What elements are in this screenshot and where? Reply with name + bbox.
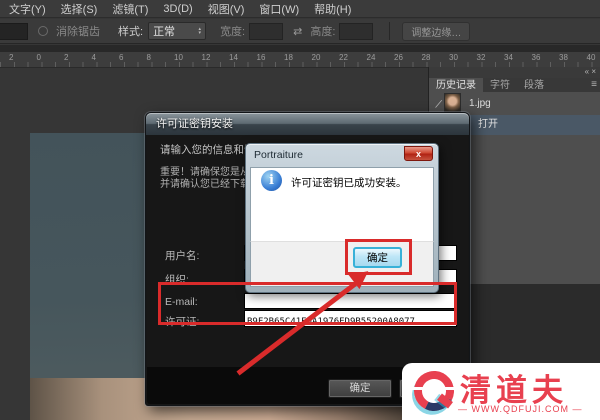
panel-menu-icon[interactable]: ≡ <box>591 78 600 92</box>
feather-field[interactable] <box>0 22 28 40</box>
ruler-number: 28 <box>421 53 431 62</box>
info-icon: i <box>261 170 282 191</box>
menu-view[interactable]: 视图(V) <box>208 1 245 17</box>
width-field[interactable] <box>249 22 284 40</box>
menu-help[interactable]: 帮助(H) <box>314 1 351 17</box>
tab-character[interactable]: 字符 <box>483 78 517 92</box>
ruler-number: 8 <box>146 53 151 62</box>
ruler-number: 12 <box>201 53 211 62</box>
ruler-number: 6 <box>119 53 124 62</box>
height-label: 高度: <box>310 26 336 38</box>
menu-type[interactable]: 文字(Y) <box>9 1 46 17</box>
ruler-number: 0 <box>36 53 41 62</box>
refine-edge-button[interactable]: 调整边缘… <box>402 21 471 41</box>
brand-q-icon <box>408 365 460 417</box>
history-brush-icon: ∕ <box>437 96 441 111</box>
panel-header: « × <box>429 67 600 78</box>
style-value: 正常 <box>153 26 176 38</box>
height-field[interactable] <box>339 22 374 40</box>
ruler-number: 4 <box>91 53 96 62</box>
anti-alias-label: 消除锯齿 <box>56 26 100 38</box>
ruler-number: 20 <box>311 53 321 62</box>
canvas-top-band <box>0 45 600 52</box>
success-message-text: 许可证密钥已成功安装。 <box>291 177 407 189</box>
style-label: 样式: <box>118 26 144 38</box>
options-divider <box>389 22 391 40</box>
anti-alias-checkbox[interactable] <box>38 26 48 36</box>
message-box-title: Portraiture <box>254 149 304 161</box>
ruler-number: 32 <box>476 53 486 62</box>
ruler-number: 24 <box>366 53 376 62</box>
ruler-number: 30 <box>449 53 458 62</box>
dialog-note-line2: 并请确认您已经下载 <box>160 179 250 190</box>
menu-select[interactable]: 选择(S) <box>61 1 98 17</box>
menu-bar: 文字(Y) 选择(S) 滤镜(T) 3D(D) 视图(V) 窗口(W) 帮助(H… <box>0 0 600 18</box>
horizontal-ruler: 2 0 2 4 6 8 10 12 14 16 18 20 22 24 26 28 30 32 34 36 38 40 <box>0 52 600 68</box>
select-arrows-icon: ▴ ▾ <box>198 26 202 36</box>
style-select[interactable]: 正常 ▴ ▾ <box>148 22 207 40</box>
close-panel-icon[interactable]: × <box>591 67 596 76</box>
watermark-box: 清道夫 — WWW.QDFUJI.COM — <box>402 363 600 420</box>
tab-paragraph[interactable]: 段落 <box>517 78 551 92</box>
close-icon[interactable]: x <box>404 146 433 161</box>
menu-filter[interactable]: 滤镜(T) <box>112 1 148 17</box>
ruler-number: 40 <box>586 53 596 62</box>
tab-history[interactable]: 历史记录 <box>429 78 483 92</box>
snapshot-label: 1.jpg <box>469 98 491 109</box>
username-label: 用户名: <box>165 250 200 262</box>
ruler-number: 38 <box>559 53 568 62</box>
license-ok-button[interactable]: 确定 <box>328 379 392 398</box>
menu-window[interactable]: 窗口(W) <box>259 1 299 17</box>
ruler-number: 22 <box>339 53 348 62</box>
ruler-number: 26 <box>394 53 403 62</box>
brand-url: — WWW.QDFUJI.COM — <box>458 404 583 414</box>
photoshop-window: 文字(Y) 选择(S) 滤镜(T) 3D(D) 视图(V) 窗口(W) 帮助(H… <box>0 0 600 420</box>
menu-3d[interactable]: 3D(D) <box>163 3 192 15</box>
ruler-number: 10 <box>174 53 183 62</box>
ruler-number: 36 <box>531 53 541 62</box>
license-dialog-titlebar[interactable]: 许可证密钥安装 <box>146 113 469 135</box>
swap-dimensions-icon[interactable]: ⇄ <box>293 25 302 38</box>
width-label: 宽度: <box>220 26 246 38</box>
panel-tab-bar: 历史记录 字符 段落 ≡ <box>429 78 600 92</box>
tool-options-bar: 消除锯齿 样式: 正常 ▴ ▾ 宽度: ⇄ 高度: 调整边缘… <box>0 19 600 44</box>
ruler-number: 14 <box>229 53 238 62</box>
ruler-number: 16 <box>256 53 266 62</box>
collapse-panel-icon[interactable]: « <box>585 67 589 76</box>
ruler-number: 18 <box>284 53 293 62</box>
snapshot-thumbnail <box>444 93 462 114</box>
ruler-number: 34 <box>504 53 513 62</box>
ruler-number: 2 <box>64 53 69 62</box>
ruler-number: 2 <box>9 53 14 62</box>
